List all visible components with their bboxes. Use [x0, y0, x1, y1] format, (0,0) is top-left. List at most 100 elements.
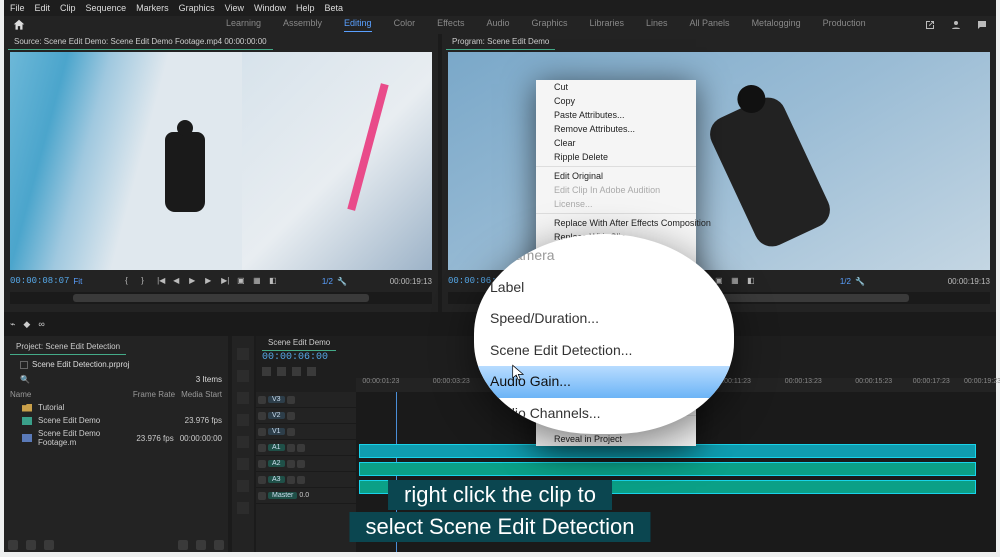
settings-wrench-icon[interactable] [307, 367, 316, 376]
linked-selection-icon[interactable] [277, 367, 286, 376]
list-view-icon[interactable] [8, 540, 18, 550]
overwrite-icon[interactable]: ▦ [253, 276, 263, 286]
track-toggle-icon[interactable] [258, 412, 266, 420]
source-tab[interactable]: Source: Scene Edit Demo: Scene Edit Demo… [8, 34, 273, 50]
program-video-preview[interactable] [448, 52, 990, 270]
mark-out-icon[interactable]: } [141, 276, 151, 286]
track-select-tool-icon[interactable] [237, 370, 249, 382]
track-toggle-icon[interactable] [258, 444, 266, 452]
menu-sequence[interactable]: Sequence [86, 3, 127, 13]
fit-dropdown[interactable]: Fit [73, 277, 82, 286]
menu-help[interactable]: Help [296, 3, 315, 13]
eye-icon[interactable] [287, 412, 295, 420]
ctx-clear[interactable]: Clear [536, 136, 696, 150]
track-label[interactable]: V2 [268, 412, 285, 419]
project-row[interactable]: Scene Edit Demo Footage.m23.976 fps00:00… [4, 427, 228, 449]
play-icon[interactable]: ▶ [189, 276, 199, 286]
ws-assembly[interactable]: Assembly [283, 18, 322, 32]
search-icon[interactable]: 🔍 [20, 375, 30, 384]
insert-icon[interactable]: ▣ [237, 276, 247, 286]
ws-lines[interactable]: Lines [646, 18, 668, 32]
timeline-tab[interactable]: Scene Edit Demo [262, 335, 336, 351]
export-frame-icon[interactable]: ◧ [269, 276, 279, 286]
share-icon[interactable] [924, 19, 936, 31]
project-row[interactable]: Scene Edit Demo23.976 fps [4, 414, 228, 427]
source-video-preview[interactable] [10, 52, 432, 270]
wrench-icon[interactable]: 🔧 [855, 277, 865, 286]
solo-icon[interactable] [297, 460, 305, 468]
new-bin-icon[interactable] [178, 540, 188, 550]
menu-markers[interactable]: Markers [136, 3, 169, 13]
project-tab[interactable]: Project: Scene Edit Detection [10, 339, 126, 355]
new-item-icon[interactable] [196, 540, 206, 550]
video-clip[interactable] [359, 444, 976, 458]
ws-editing[interactable]: Editing [344, 18, 372, 32]
mute-icon[interactable] [287, 476, 295, 484]
program-tab[interactable]: Program: Scene Edit Demo [446, 34, 555, 50]
mark-in-icon[interactable]: { [125, 276, 135, 286]
step-back-icon[interactable]: ◀ [173, 276, 183, 286]
ws-graphics[interactable]: Graphics [531, 18, 567, 32]
home-icon[interactable] [12, 18, 26, 32]
pen-tool-icon[interactable] [237, 458, 249, 470]
ctx-cut[interactable]: Cut [536, 80, 696, 94]
ws-allpanels[interactable]: All Panels [690, 18, 730, 32]
slip-tool-icon[interactable] [237, 436, 249, 448]
resolution-dropdown[interactable]: 1/2 [840, 277, 851, 286]
ctx-paste-attributes[interactable]: Paste Attributes... [536, 108, 696, 122]
link-icon[interactable]: ∞ [38, 319, 44, 329]
track-toggle-icon[interactable] [258, 396, 266, 404]
track-label[interactable]: V1 [268, 428, 285, 435]
menu-edit[interactable]: Edit [35, 3, 51, 13]
audio-clip[interactable] [359, 462, 976, 476]
track-toggle-icon[interactable] [258, 428, 266, 436]
menu-bar[interactable]: File Edit Clip Sequence Markers Graphics… [4, 0, 996, 16]
col-name[interactable]: Name [10, 390, 127, 399]
col-rate[interactable]: Frame Rate [133, 390, 175, 399]
selection-tool-icon[interactable] [237, 348, 249, 360]
ctx-ripple-delete[interactable]: Ripple Delete [536, 150, 696, 164]
mute-icon[interactable] [258, 492, 266, 500]
solo-icon[interactable] [297, 476, 305, 484]
razor-tool-icon[interactable] [237, 414, 249, 426]
solo-icon[interactable] [297, 444, 305, 452]
mute-icon[interactable] [287, 460, 295, 468]
menu-view[interactable]: View [225, 3, 244, 13]
wrench-icon[interactable]: 🔧 [337, 277, 347, 286]
marker-icon[interactable]: ◆ [23, 319, 30, 330]
ripple-tool-icon[interactable] [237, 392, 249, 404]
type-tool-icon[interactable] [237, 502, 249, 514]
marker-add-icon[interactable] [292, 367, 301, 376]
timeline-playhead-tc[interactable]: 00:00:06:00 [262, 352, 328, 363]
track-label[interactable]: V3 [268, 396, 285, 403]
ctx-copy[interactable]: Copy [536, 94, 696, 108]
col-start[interactable]: Media Start [181, 390, 222, 399]
trash-icon[interactable] [214, 540, 224, 550]
menu-graphics[interactable]: Graphics [179, 3, 215, 13]
icon-view-icon[interactable] [26, 540, 36, 550]
chat-icon[interactable] [976, 19, 988, 31]
ws-color[interactable]: Color [394, 18, 416, 32]
mute-icon[interactable] [287, 444, 295, 452]
export-frame-icon[interactable]: ◧ [747, 276, 757, 286]
track-label[interactable]: A3 [268, 476, 285, 483]
menu-beta[interactable]: Beta [325, 3, 344, 13]
step-fwd-icon[interactable]: ▶ [205, 276, 215, 286]
project-row[interactable]: Tutorial [4, 401, 228, 414]
go-in-icon[interactable]: |◀ [157, 276, 167, 286]
source-timeline-scrubber[interactable] [10, 292, 432, 304]
master-label[interactable]: Master [268, 492, 297, 499]
track-label[interactable]: A2 [268, 460, 285, 467]
ws-effects[interactable]: Effects [437, 18, 464, 32]
user-icon[interactable] [950, 19, 962, 31]
menu-window[interactable]: Window [254, 3, 286, 13]
freeform-view-icon[interactable] [44, 540, 54, 550]
hand-tool-icon[interactable] [237, 480, 249, 492]
ws-libraries[interactable]: Libraries [590, 18, 625, 32]
ws-production[interactable]: Production [823, 18, 866, 32]
resolution-dropdown[interactable]: 1/2 [322, 277, 333, 286]
extract-icon[interactable]: ▦ [731, 276, 741, 286]
snap-toggle-icon[interactable] [262, 367, 271, 376]
menu-file[interactable]: File [10, 3, 25, 13]
go-out-icon[interactable]: ▶| [221, 276, 231, 286]
